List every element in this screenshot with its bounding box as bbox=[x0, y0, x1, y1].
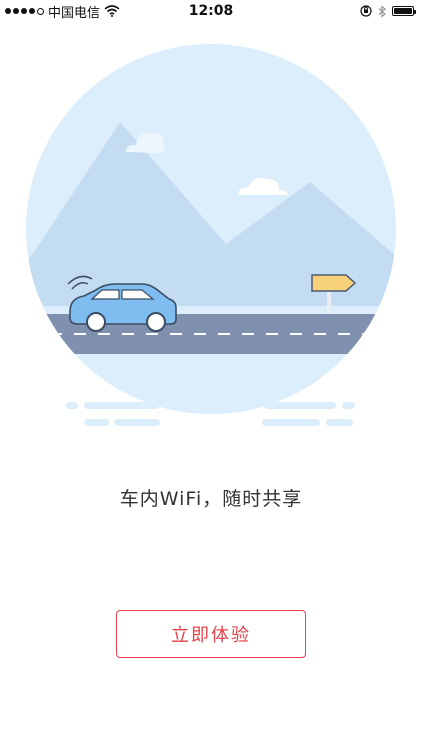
hero-illustration bbox=[26, 44, 396, 426]
status-bar: 中国电信 12:08 bbox=[0, 0, 422, 22]
status-left: 中国电信 bbox=[0, 2, 120, 21]
carrier-name: 中国电信 bbox=[48, 5, 101, 21]
orientation-lock-icon bbox=[360, 5, 372, 17]
signal-icon bbox=[5, 7, 44, 15]
try-now-button[interactable]: 立即体验 bbox=[116, 610, 306, 658]
battery-icon bbox=[392, 6, 416, 16]
status-right bbox=[360, 4, 422, 18]
wifi-icon bbox=[104, 5, 120, 17]
bluetooth-icon bbox=[378, 4, 386, 18]
tagline: 车内WiFi，随时共享 bbox=[119, 488, 303, 510]
